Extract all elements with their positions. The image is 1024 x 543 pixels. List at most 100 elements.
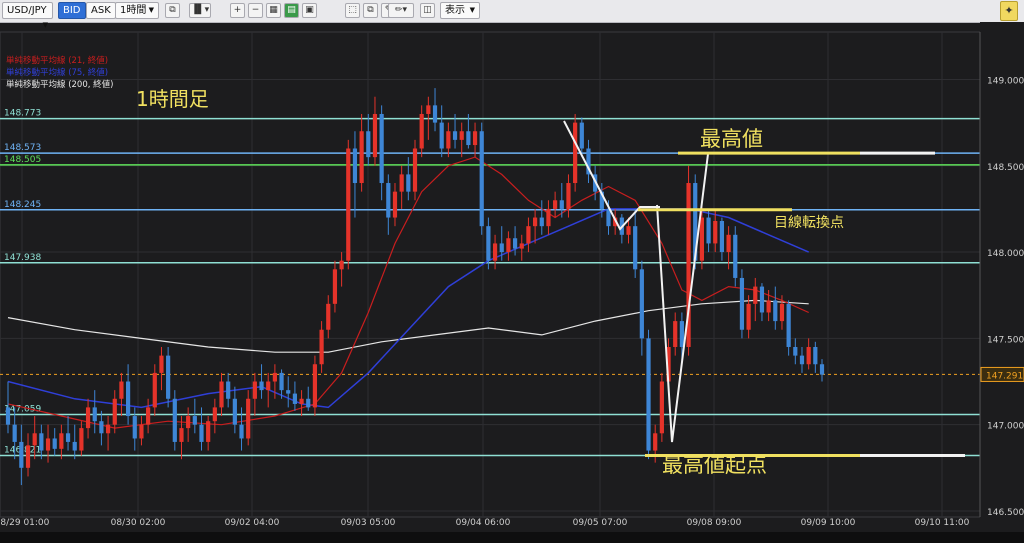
bid-button[interactable]: BID — [58, 2, 86, 19]
timeframe-selector[interactable]: 1時間 ▼ — [115, 2, 159, 19]
candle-body — [132, 416, 137, 439]
x-tick-label: 09/02 04:00 — [225, 518, 280, 528]
chevron-down-icon: ▼ — [148, 6, 154, 14]
candle-body — [12, 424, 17, 442]
candle-body — [486, 226, 491, 261]
candle-body — [579, 122, 584, 149]
candle-body — [526, 226, 531, 244]
candle-body — [446, 131, 451, 149]
candle-body — [125, 381, 131, 417]
screenshot-icon[interactable]: ◫ — [420, 3, 435, 18]
legend-entry: 単純移動平均線 (200, 終値) — [6, 79, 113, 90]
candle-body — [366, 131, 371, 158]
candle-body — [412, 148, 418, 192]
x-tick-label: 09/03 05:00 — [341, 518, 396, 528]
candle-body — [546, 208, 551, 227]
legend-entry: 単純移動平均線 (21, 終値) — [6, 55, 108, 66]
draw-icon[interactable]: ⬚ — [345, 3, 360, 18]
candle-body — [5, 407, 11, 425]
level-label: 147.938 — [4, 253, 41, 263]
chart-type-icon[interactable]: ▐▌▾ — [189, 3, 211, 18]
candle-body — [219, 381, 224, 408]
x-tick-label: 09/04 06:00 — [456, 518, 511, 528]
candle-body — [172, 398, 177, 442]
candle-body — [699, 217, 705, 261]
price-axis-bg — [980, 22, 1024, 532]
candle-body — [306, 398, 311, 408]
level-label: 148.505 — [4, 155, 41, 165]
candle-body — [713, 220, 718, 244]
symbol-selector[interactable]: USD/JPY ▼ — [2, 2, 53, 29]
candle-body — [266, 381, 271, 391]
x-tick-label: 08/30 02:00 — [111, 518, 166, 528]
candle-body — [739, 277, 745, 330]
candle-body — [319, 329, 324, 365]
candle-body — [432, 105, 438, 123]
high-label: 最高値 — [700, 127, 763, 151]
candle-body — [753, 286, 758, 304]
candle-body — [59, 433, 64, 449]
candle-body — [72, 441, 77, 451]
candle-body — [299, 398, 304, 404]
candle-body — [499, 243, 504, 253]
candle-body — [492, 243, 498, 261]
turning-point-label: 目線転換点 — [774, 215, 844, 231]
grid-icon[interactable]: ▦ — [266, 3, 281, 18]
candle-body — [32, 433, 37, 446]
ask-button[interactable]: ASK — [86, 2, 116, 19]
candle-body — [806, 346, 811, 365]
copy-icon[interactable]: ⧉ — [363, 3, 378, 18]
x-tick-label: 08/29 01:00 — [0, 518, 50, 528]
window-icon[interactable]: ▣ — [302, 3, 317, 18]
candle-body — [646, 338, 651, 451]
candle-body — [45, 438, 51, 451]
compare-icon[interactable]: ⧉ — [165, 3, 180, 18]
candle-body — [279, 372, 284, 391]
candle-body — [506, 238, 511, 253]
candle-body — [813, 346, 818, 365]
legend-entry: 単純移動平均線 (75, 終値) — [6, 67, 108, 78]
candle-body — [573, 122, 578, 184]
layout-icon[interactable]: ▤ — [284, 3, 299, 18]
y-tick-label: 146.500 — [987, 508, 1024, 518]
candle-body — [166, 355, 171, 399]
chart-toolbar: USD/JPY ▼ BID ASK 1時間 ▼ ⧉ ▐▌▾ + − ▦ ▤ ▣ ⬚ … — [0, 0, 1024, 29]
trend-line-1 — [563, 120, 660, 231]
candle-body — [539, 217, 544, 227]
candle-body — [673, 321, 678, 347]
x-tick-label: 09/08 09:00 — [687, 518, 742, 528]
candle-body — [706, 217, 711, 244]
candle-body — [659, 381, 664, 434]
candle-body — [25, 445, 31, 468]
candle-body — [466, 131, 471, 146]
zoom-out-icon[interactable]: − — [248, 3, 263, 18]
candle-body — [19, 441, 24, 468]
candle-body — [246, 398, 251, 439]
candle-body — [746, 303, 751, 330]
candle-body — [386, 183, 391, 218]
candle-body — [212, 407, 217, 422]
candle-body — [819, 364, 825, 375]
candle-body — [766, 300, 771, 313]
candle-body — [759, 286, 765, 313]
candle-body — [359, 131, 364, 184]
candle-body — [399, 174, 404, 192]
y-tick-label: 147.000 — [987, 422, 1024, 432]
y-tick-label: 149.000 — [987, 76, 1024, 86]
y-tick-label: 148.500 — [987, 163, 1024, 173]
pen-icon[interactable]: ✏▾ — [388, 3, 414, 18]
candle-body — [92, 407, 97, 422]
candle-body — [312, 364, 318, 408]
scrollbar-strip[interactable] — [0, 532, 1024, 543]
candle-body — [286, 390, 291, 394]
candlestick-chart[interactable]: 148.773 148.573 148.505 148.245 147.938 147.0… — [0, 22, 1024, 532]
display-menu[interactable]: 表示 ▼ — [440, 2, 480, 19]
candle-body — [186, 416, 191, 429]
zoom-in-icon[interactable]: + — [230, 3, 245, 18]
bulb-icon[interactable]: ✦ — [1000, 1, 1018, 21]
candle-body — [52, 438, 57, 449]
candle-body — [719, 220, 725, 253]
candle-body — [206, 421, 211, 442]
level-label: 148.773 — [4, 109, 41, 119]
candle-body — [192, 416, 197, 425]
